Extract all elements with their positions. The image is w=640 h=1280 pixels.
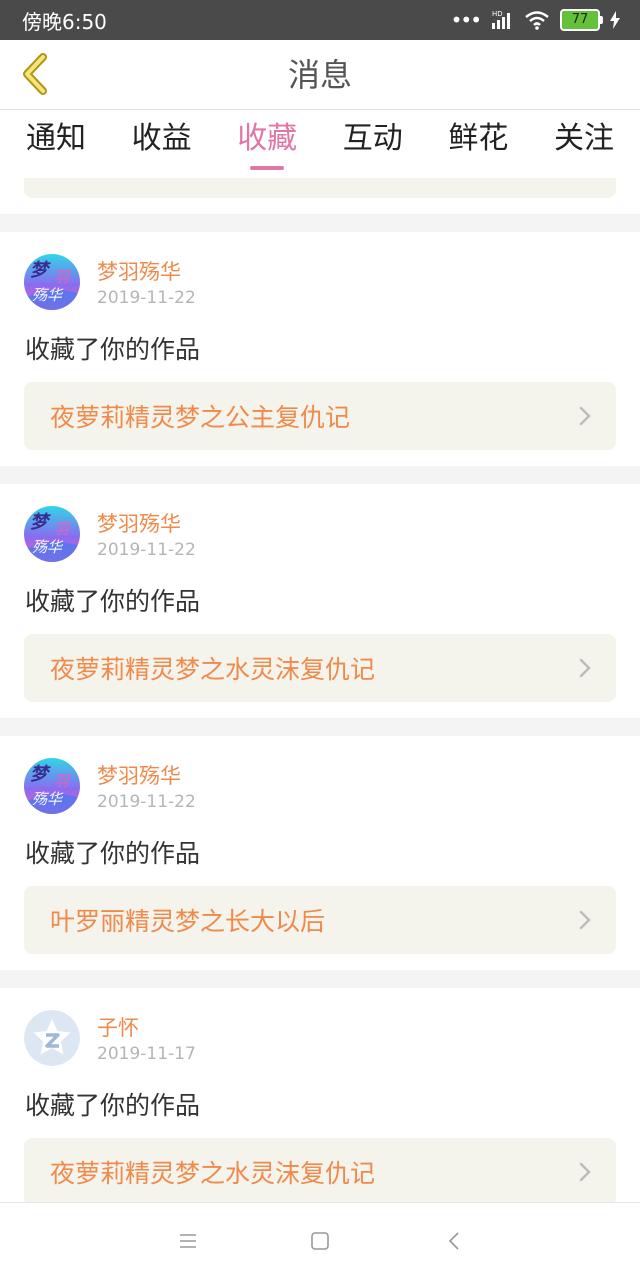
tab-notifications[interactable]: 通知 — [26, 110, 86, 178]
work-link[interactable]: 叶罗丽精灵梦之长大以后 — [24, 886, 616, 954]
back-nav-icon[interactable] — [443, 1229, 467, 1253]
action-text: 收藏了你的作品 — [25, 839, 201, 868]
action-text: 收藏了你的作品 — [25, 587, 201, 616]
work-title: 夜萝莉精灵梦之水灵沫复仇记 — [50, 655, 376, 684]
work-title: 夜萝莉精灵梦之水灵沫复仇记 — [50, 1159, 376, 1188]
page-title: 消息 — [287, 56, 352, 94]
work-title: 叶罗丽精灵梦之长大以后 — [50, 907, 326, 936]
svg-text:梦: 梦 — [30, 764, 51, 785]
anime-avatar-icon: 梦 羽 殇华 — [24, 758, 80, 814]
app-header: 消息 — [0, 40, 640, 110]
username[interactable]: 梦羽殇华 — [97, 508, 181, 538]
timestamp: 2019-11-22 — [97, 540, 196, 560]
tab-bar: 通知 收益 收藏 互动 鲜花 关注 — [0, 110, 640, 178]
avatar[interactable] — [24, 1010, 80, 1066]
svg-text:羽: 羽 — [54, 268, 71, 286]
message-list: 梦 羽 殇华 梦羽殇华 2019-11-22 收藏了你的作品 夜萝莉精灵梦之公主… — [0, 178, 640, 1202]
svg-text:殇华: 殇华 — [32, 538, 64, 556]
battery-indicator: 77 — [560, 9, 603, 31]
chevron-right-icon — [579, 406, 591, 426]
username[interactable]: 梦羽殇华 — [97, 760, 181, 790]
timestamp: 2019-11-22 — [97, 792, 196, 812]
charging-icon — [610, 11, 620, 29]
work-link-partial[interactable] — [24, 178, 616, 198]
work-link[interactable]: 夜萝莉精灵梦之水灵沫复仇记 — [24, 1138, 616, 1202]
svg-text:羽: 羽 — [54, 772, 71, 790]
home-icon[interactable] — [308, 1229, 332, 1253]
tab-following[interactable]: 关注 — [554, 110, 614, 178]
avatar[interactable]: 梦 羽 殇华 — [24, 254, 80, 310]
list-item: 梦 羽 殇华 梦羽殇华 2019-11-22 收藏了你的作品 夜萝莉精灵梦之公主… — [0, 232, 640, 466]
action-text: 收藏了你的作品 — [25, 1091, 201, 1120]
wifi-icon — [525, 11, 549, 30]
list-item: 梦 羽 殇华 梦羽殇华 2019-11-22 收藏了你的作品 叶罗丽精灵梦之长大… — [0, 736, 640, 970]
anime-avatar-icon: 梦 羽 殇华 — [24, 254, 80, 310]
tab-flowers[interactable]: 鲜花 — [448, 110, 508, 178]
svg-text:羽: 羽 — [54, 520, 71, 538]
chevron-right-icon — [579, 1162, 591, 1182]
list-item: 梦 羽 殇华 梦羽殇华 2019-11-22 收藏了你的作品 夜萝莉精灵梦之水灵… — [0, 484, 640, 718]
action-text: 收藏了你的作品 — [25, 335, 201, 364]
menu-icon[interactable] — [176, 1229, 200, 1253]
anime-avatar-icon: 梦 羽 殇华 — [24, 506, 80, 562]
svg-text:殇华: 殇华 — [32, 790, 64, 808]
work-link[interactable]: 夜萝莉精灵梦之公主复仇记 — [24, 382, 616, 450]
svg-text:梦: 梦 — [30, 260, 51, 281]
username[interactable]: 梦羽殇华 — [97, 256, 181, 286]
svg-text:殇华: 殇华 — [32, 286, 64, 304]
tab-earnings[interactable]: 收益 — [132, 110, 192, 178]
tab-interactions[interactable]: 互动 — [343, 110, 403, 178]
chevron-right-icon — [579, 910, 591, 930]
avatar[interactable]: 梦 羽 殇华 — [24, 758, 80, 814]
default-avatar-icon — [24, 1010, 80, 1066]
status-time: 傍晚6:50 — [22, 9, 107, 34]
system-nav-bar — [0, 1202, 640, 1280]
list-item: 子怀 2019-11-17 收藏了你的作品 夜萝莉精灵梦之水灵沫复仇记 — [0, 988, 640, 1202]
work-link[interactable]: 夜萝莉精灵梦之水灵沫复仇记 — [24, 634, 616, 702]
status-bar: 傍晚6:50 ••• HD 77 — [0, 0, 640, 40]
tab-favorites[interactable]: 收藏 — [237, 110, 297, 178]
status-icons: ••• HD 77 — [451, 9, 620, 31]
work-title: 夜萝莉精灵梦之公主复仇记 — [50, 403, 351, 432]
timestamp: 2019-11-22 — [97, 288, 196, 308]
username[interactable]: 子怀 — [97, 1012, 139, 1042]
list-item-partial — [0, 178, 640, 214]
signal-icon: HD — [492, 10, 510, 29]
avatar[interactable]: 梦 羽 殇华 — [24, 506, 80, 562]
hd-label: HD — [492, 10, 503, 18]
more-dots-icon: ••• — [450, 8, 482, 32]
svg-text:梦: 梦 — [30, 512, 51, 533]
chevron-right-icon — [579, 658, 591, 678]
timestamp: 2019-11-17 — [97, 1044, 196, 1064]
